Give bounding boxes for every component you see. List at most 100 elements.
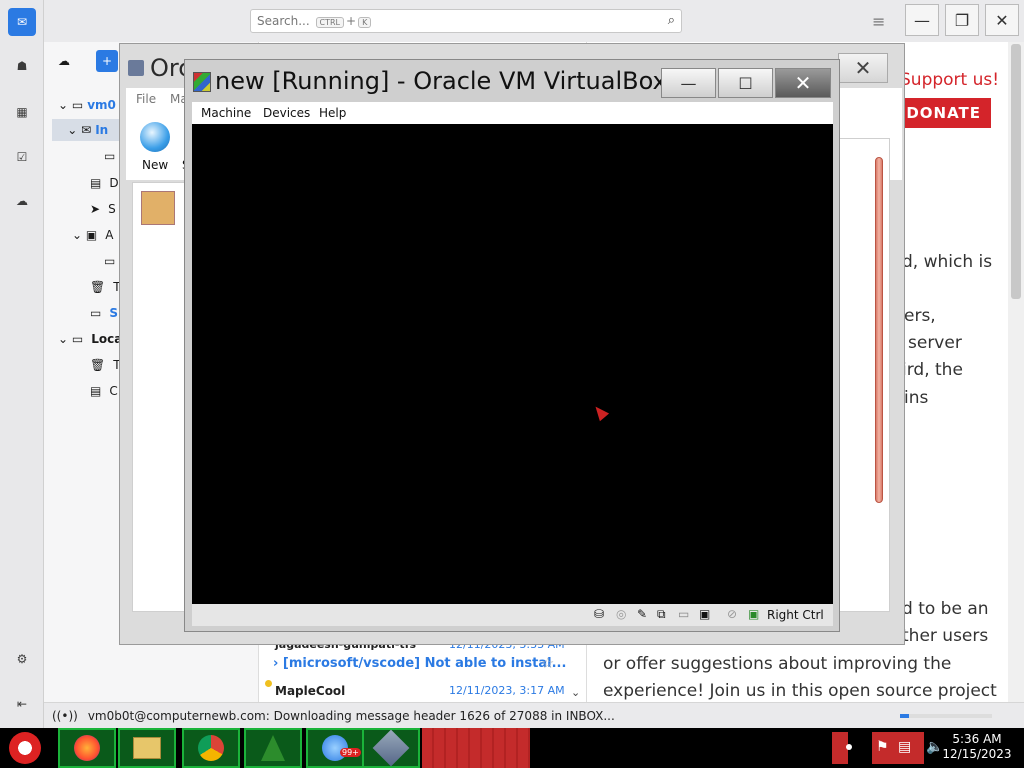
details-pane <box>836 138 890 612</box>
vm-os-icon[interactable] <box>141 191 175 225</box>
mouse-cursor-icon <box>590 402 610 422</box>
shared-folders-icon[interactable]: ▭ <box>678 607 689 621</box>
search-icon[interactable]: ⌕ <box>668 13 675 28</box>
calendar-icon[interactable]: ▦ <box>8 98 36 126</box>
maximize-button[interactable]: ☐ <box>718 68 773 98</box>
clock[interactable]: 5:36 AM 12/15/2023 <box>942 732 1012 762</box>
message-subject[interactable]: › [microsoft/vscode] Not able to instal.… <box>273 656 566 671</box>
cpu-icon[interactable]: ▣ <box>699 607 710 621</box>
search-placeholder: Search... <box>257 14 310 28</box>
minimize-button[interactable]: — <box>661 68 716 98</box>
collapse-spaces-icon[interactable]: ⇤ <box>8 690 36 718</box>
close-button[interactable]: ✕ <box>985 4 1019 36</box>
virtualbox-vm-icon <box>193 72 211 92</box>
donate-button[interactable]: DONATE <box>890 98 991 128</box>
host-key-label: Right Ctrl <box>767 608 824 622</box>
taskbar: 99+ ⚑ ▤ 🔈 5:36 AM 12/15/2023 <box>0 728 1024 768</box>
reader-line: ther users <box>902 626 989 646</box>
new-button-label[interactable]: New <box>142 158 168 172</box>
reader-scrollbar[interactable] <box>1008 42 1024 702</box>
taskbar-tree[interactable] <box>244 728 302 768</box>
volume-icon[interactable]: 🔈 <box>926 739 943 755</box>
unread-dot-icon <box>265 680 272 687</box>
address-book-icon[interactable]: ☗ <box>8 52 36 80</box>
taskbar-decoration <box>422 728 530 768</box>
reader-line: or offer suggestions about improving the <box>603 654 952 674</box>
vm-statusbar: ⛁ ◎ ✎ ⧉ ▭ ▣ ⊘ ▣ Right Ctrl <box>192 604 833 626</box>
status-bar: ((•)) vm0b0t@computernewb.com: Downloadi… <box>44 702 1024 728</box>
clock-date: 12/15/2023 <box>942 747 1012 761</box>
download-progress <box>900 714 992 718</box>
christmas-tree-icon <box>261 735 285 761</box>
new-message-button[interactable]: + <box>96 50 118 72</box>
folder-sent[interactable]: ➤ S <box>90 198 116 220</box>
message-sender[interactable]: MapleCool <box>275 684 345 698</box>
reader-line: d, which is <box>902 252 993 272</box>
start-button[interactable] <box>0 728 50 768</box>
close-button[interactable]: ✕ <box>838 53 888 83</box>
settings-icon[interactable]: ⚙ <box>8 645 36 673</box>
kbd-plus: + <box>346 14 357 28</box>
optical-drive-icon[interactable]: ◎ <box>616 607 626 621</box>
details-scrollbar[interactable] <box>875 157 883 503</box>
folder-sub[interactable]: ▭ <box>104 145 115 167</box>
reader-line: d to be an <box>902 599 989 619</box>
tasks-icon[interactable]: ☑ <box>8 143 36 171</box>
window-title: new [Running] - Oracle VM VirtualBox <box>215 67 667 95</box>
hard-disk-icon[interactable]: ⛁ <box>594 607 604 621</box>
folder-local[interactable]: ⌄ ▭ Loca <box>58 328 122 350</box>
star-icon[interactable]: ☆ <box>541 654 554 672</box>
restore-button[interactable]: ❐ <box>945 4 979 36</box>
vm-menubar: Machine Devices Help <box>192 102 833 124</box>
app-menu-icon[interactable]: ≡ <box>872 12 885 31</box>
mail-icon[interactable]: ✉ <box>8 8 36 36</box>
taskbar-thunderbird[interactable]: 99+ <box>306 728 364 768</box>
network-icon[interactable]: ⧉ <box>657 607 666 622</box>
taskbar-virtualbox[interactable] <box>362 728 420 768</box>
titlebar[interactable]: new [Running] - Oracle VM VirtualBox — ☐… <box>185 60 839 102</box>
folder-drafts[interactable]: ▤ D <box>90 172 119 194</box>
audio-icon[interactable]: ✎ <box>637 607 647 621</box>
folder-archive-sub[interactable]: ▭ <box>104 250 115 272</box>
clock-time: 5:36 AM <box>952 732 1002 746</box>
get-messages-icon[interactable]: ☁ <box>58 50 70 72</box>
taskbar-chrome[interactable] <box>182 728 240 768</box>
search-input[interactable]: Search... CTRL + K ⌕ <box>250 9 682 33</box>
message-date: 12/11/2023, 3:17 AM <box>449 684 565 697</box>
close-button[interactable]: ✕ <box>775 68 831 98</box>
mouse-integration-icon[interactable]: ⊘ <box>727 607 737 621</box>
scroll-down-icon[interactable]: ⌄ <box>571 686 580 699</box>
scrollbar-thumb[interactable] <box>1011 44 1021 299</box>
action-center-icon[interactable]: ⚑ <box>876 739 889 755</box>
taskbar-explorer[interactable] <box>118 728 176 768</box>
folder-icon <box>133 737 161 759</box>
folder-outbox[interactable]: ▤ C <box>90 380 118 402</box>
folder-archive[interactable]: ⌄ ▣ A <box>72 224 113 246</box>
reader-line: experience! Join us in this open source … <box>603 681 997 701</box>
chat-icon[interactable]: ☁ <box>8 187 36 215</box>
reader-line: server <box>908 333 962 353</box>
kbd-k: K <box>358 17 372 28</box>
santa-start-icon <box>9 732 41 764</box>
menu-help[interactable]: Help <box>319 106 346 120</box>
activity-icon: ((•)) <box>52 708 78 723</box>
folder-local-trash[interactable]: 🗑 T <box>90 354 121 376</box>
menu-devices[interactable]: Devices <box>263 106 310 120</box>
taskbar-firefox[interactable] <box>58 728 116 768</box>
reader-line: ers, <box>904 306 936 326</box>
folder-trash[interactable]: 🗑 T <box>90 276 121 298</box>
menu-machine[interactable]: Machine <box>201 106 251 120</box>
chrome-icon <box>198 735 224 761</box>
minimize-button[interactable]: — <box>905 4 939 36</box>
new-vm-icon[interactable] <box>140 122 170 152</box>
host-key-icon: ▣ <box>748 607 760 621</box>
folder-spam[interactable]: ▭ S <box>90 302 118 324</box>
menu-file[interactable]: File <box>136 92 156 106</box>
progress-fill <box>900 714 910 718</box>
firefox-icon <box>74 735 100 761</box>
kbd-ctrl: CTRL <box>315 17 344 28</box>
vm-running-window: new [Running] - Oracle VM VirtualBox — ☐… <box>184 59 840 632</box>
network-tray-icon[interactable]: ▤ <box>898 739 911 755</box>
folder-vm0[interactable]: ⌄ ▭ vm0 <box>58 94 116 116</box>
vm-display[interactable] <box>192 124 833 604</box>
